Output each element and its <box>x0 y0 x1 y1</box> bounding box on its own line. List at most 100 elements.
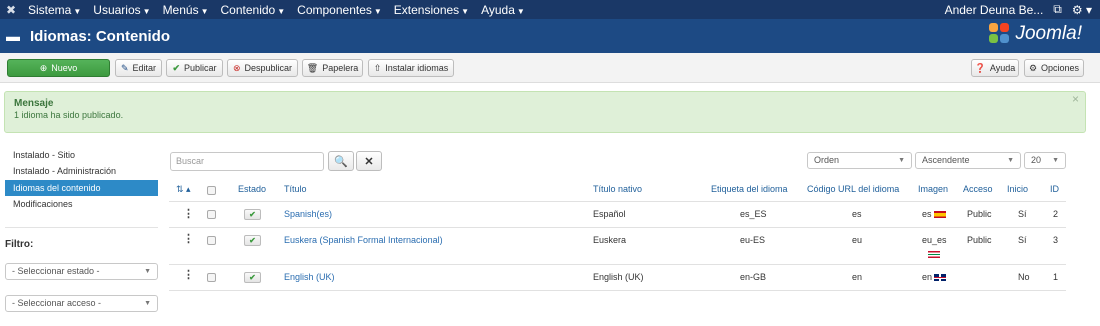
row-image: es <box>922 209 946 219</box>
chevron-down-icon: ▼ <box>73 6 82 16</box>
success-message: Mensaje 1 idioma ha sido publicado. × <box>4 91 1086 133</box>
menu-componentes[interactable]: Componentes ▼ <box>291 3 388 17</box>
row-image-label: eu_es <box>922 235 947 245</box>
help-label: Ayuda <box>989 63 1016 73</box>
help-button[interactable]: ❓ Ayuda <box>971 59 1019 77</box>
menu-sistema[interactable]: Sistema ▼ <box>22 3 87 17</box>
new-label: Nuevo <box>51 63 78 73</box>
chevron-down-icon: ▼ <box>144 268 151 275</box>
search-input[interactable]: Buscar <box>170 152 324 171</box>
limit-select[interactable]: 20 ▼ <box>1024 152 1066 169</box>
drag-handle-icon[interactable]: ⋮ <box>183 268 194 281</box>
menu-label: Contenido <box>220 2 276 17</box>
chevron-down-icon: ▼ <box>898 157 905 164</box>
column-native-title[interactable]: Título nativo <box>593 184 642 194</box>
column-image[interactable]: Imagen <box>918 184 948 194</box>
menu-menus[interactable]: Menús ▼ <box>157 3 215 17</box>
sidebar-item-overrides[interactable]: Modificaciones <box>5 196 158 212</box>
ordering-select[interactable]: Orden ▼ <box>807 152 912 169</box>
unpublish-label: Despublicar <box>244 63 293 73</box>
row-access: Public <box>967 235 992 245</box>
gear-icon[interactable]: ⚙ ▾ <box>1072 3 1092 17</box>
sidebar-item-installed-site[interactable]: Instalado - Sitio <box>5 147 158 163</box>
menu-label: Componentes <box>297 2 372 17</box>
search-button[interactable]: 🔍 <box>328 151 354 171</box>
drag-handle-icon[interactable]: ⋮ <box>183 207 194 220</box>
external-link-icon[interactable]: ⧉ <box>1053 2 1062 17</box>
direction-select[interactable]: Ascendente ▼ <box>915 152 1021 169</box>
sort-icon[interactable]: ⇅ ▴ <box>176 184 191 195</box>
drag-handle-icon[interactable]: ⋮ <box>183 232 194 245</box>
menu-extensiones[interactable]: Extensiones ▼ <box>388 3 475 17</box>
menu-ayuda[interactable]: Ayuda ▼ <box>475 3 531 17</box>
toolbar: ⊕ Nuevo ✎ Editar ✔ Publicar ⊗ Despublicar 🗑 P… <box>0 53 1100 83</box>
row-checkbox[interactable] <box>207 273 216 282</box>
select-all-checkbox[interactable] <box>207 186 216 195</box>
menu-label: Ayuda <box>481 2 515 17</box>
install-languages-button[interactable]: ⇧ Instalar idiomas <box>368 59 454 77</box>
spain-flag-icon <box>933 211 946 219</box>
user-menu[interactable]: Ander Deuna Be... <box>945 3 1044 17</box>
main-menu: Sistema ▼ Usuarios ▼ Menús ▼ Contenido ▼ Com… <box>22 3 531 17</box>
row-url-code: en <box>852 272 863 282</box>
new-button[interactable]: ⊕ Nuevo <box>7 59 110 77</box>
column-title[interactable]: Título <box>284 184 307 194</box>
edit-button[interactable]: ✎ Editar <box>115 59 162 77</box>
options-label: Opciones <box>1041 63 1080 73</box>
menu-usuarios[interactable]: Usuarios ▼ <box>87 3 156 17</box>
options-button[interactable]: ⚙ Opciones <box>1024 59 1084 77</box>
row-id: 3 <box>1053 235 1059 245</box>
unpublish-button[interactable]: ⊗ Despublicar <box>227 59 298 77</box>
joomla-icon[interactable]: ✖ <box>0 3 22 17</box>
access-select[interactable]: - Seleccionar acceso - ▼ <box>5 295 158 312</box>
top-navbar: ✖ Sistema ▼ Usuarios ▼ Menús ▼ Contenido ▼ C… <box>0 0 1100 19</box>
menu-contenido[interactable]: Contenido ▼ <box>215 3 292 17</box>
column-state[interactable]: Estado <box>238 184 266 194</box>
row-title-link[interactable]: Euskera (Spanish Formal Internacional) <box>284 235 443 245</box>
row-title-link[interactable]: Spanish(es) <box>284 209 332 219</box>
menu-label: Usuarios <box>93 2 141 17</box>
publish-button[interactable]: ✔ Publicar <box>166 59 223 77</box>
menu-label: Sistema <box>28 2 72 17</box>
column-id[interactable]: ID <box>1050 184 1059 194</box>
gear-icon: ⚙ <box>1028 62 1038 73</box>
state-select[interactable]: - Seleccionar estado - ▼ <box>5 263 158 280</box>
comments-icon: ▬ <box>6 28 20 44</box>
trash-icon: 🗑 <box>306 62 319 73</box>
column-home[interactable]: Inicio <box>1007 184 1028 194</box>
row-divider <box>169 264 1066 265</box>
access-select-value: - Seleccionar acceso - <box>12 298 102 308</box>
publish-label: Publicar <box>184 63 217 73</box>
trash-button[interactable]: 🗑 Papelera <box>302 59 363 77</box>
sidebar-item-content-languages[interactable]: Idiomas del contenido <box>5 180 158 196</box>
message-heading: Mensaje <box>14 98 54 109</box>
row-title-link[interactable]: English (UK) <box>284 272 335 282</box>
chevron-down-icon: ▼ <box>373 6 382 16</box>
row-divider <box>169 227 1066 228</box>
row-home: No <box>1018 272 1030 282</box>
clear-button[interactable]: ✕ <box>356 151 382 171</box>
state-select-value: - Seleccionar estado - <box>12 266 100 276</box>
row-checkbox[interactable] <box>207 236 216 245</box>
published-toggle[interactable]: ✔ <box>244 209 261 220</box>
sidebar-item-installed-admin[interactable]: Instalado - Administración <box>5 163 158 179</box>
close-icon[interactable]: × <box>1072 92 1079 106</box>
unpublish-icon: ⊗ <box>232 62 241 73</box>
row-image-label: es <box>922 209 932 219</box>
filter-title: Filtro: <box>5 239 34 250</box>
published-toggle[interactable]: ✔ <box>244 235 261 246</box>
published-toggle[interactable]: ✔ <box>244 272 261 283</box>
row-native-title: Español <box>593 209 626 219</box>
column-url-code[interactable]: Código URL del idioma <box>807 184 899 194</box>
row-checkbox[interactable] <box>207 210 216 219</box>
row-home: Sí <box>1018 235 1027 245</box>
row-image-label: en <box>922 272 933 282</box>
row-image-flag <box>926 249 940 259</box>
column-language-tag[interactable]: Etiqueta del idioma <box>711 184 788 194</box>
logo-text: Joomla! <box>1015 23 1082 44</box>
chevron-down-icon: ▼ <box>144 300 151 307</box>
column-access[interactable]: Acceso <box>963 184 993 194</box>
check-icon: ✔ <box>249 273 256 282</box>
direction-value: Ascendente <box>922 155 970 165</box>
joomla-mark-icon <box>989 23 1011 45</box>
